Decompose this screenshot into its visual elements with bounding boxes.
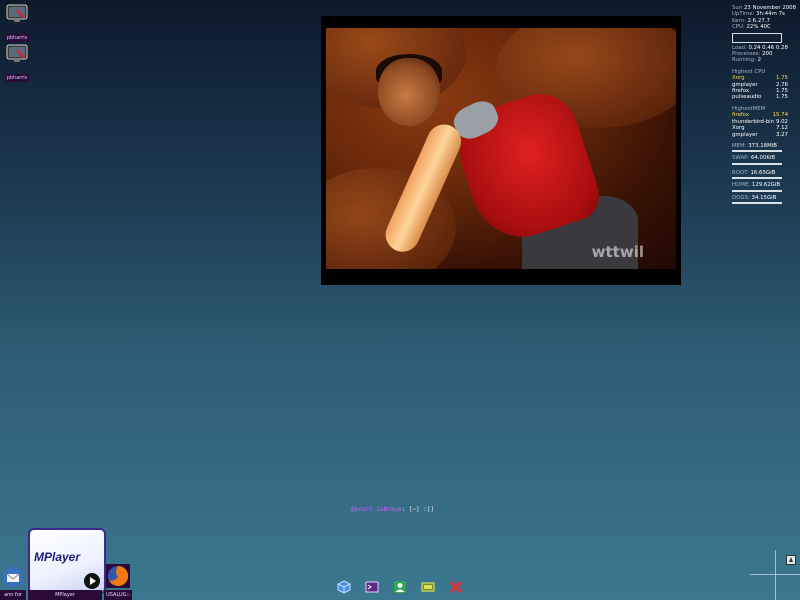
video-frame[interactable]: wttwil bbox=[326, 28, 676, 269]
video-scene-head bbox=[378, 58, 440, 126]
cube-icon[interactable] bbox=[337, 579, 351, 594]
monitor-icon bbox=[6, 4, 28, 24]
close-icon[interactable] bbox=[449, 579, 463, 594]
desktop-icon-label: pbharris bbox=[4, 74, 30, 82]
mplayer-video-window[interactable]: wttwil bbox=[321, 16, 681, 285]
monitor-swap: SWAP: 64.00KiB bbox=[732, 155, 776, 162]
firefox-icon[interactable] bbox=[106, 564, 130, 588]
thunderbird-icon[interactable] bbox=[2, 566, 24, 588]
highest-cpu-row: pulseaudio 1.75 bbox=[732, 94, 788, 101]
monitor-root: ROOT: 16.65GiB bbox=[732, 169, 776, 176]
taskbar-item-usalug[interactable]: USALUG:: bbox=[104, 590, 132, 600]
monitor-cpu: CPU: 22% 40C bbox=[732, 24, 771, 31]
highest-mem-row: gmplayer 3.27 bbox=[732, 131, 788, 138]
taskbar-item-mplayer[interactable]: MPlayer bbox=[28, 590, 102, 600]
monitor-running: Running: 2 bbox=[732, 57, 762, 64]
monitor-dogs: DOGS: 34.15GiB bbox=[732, 194, 777, 201]
root-bar bbox=[732, 177, 782, 180]
monitor-mem: MEM: 373.18MiB bbox=[732, 142, 777, 149]
mplayer-taskbar-tile[interactable]: MPlayer bbox=[28, 528, 106, 594]
monitor-home: HOME: 129.62GiB bbox=[732, 182, 781, 189]
mem-bar bbox=[732, 150, 782, 153]
system-monitor: Sun 23 November 2008 UpTime: 3h:44m 7s K… bbox=[732, 5, 798, 207]
swap-bar bbox=[732, 162, 782, 165]
taskbar-item-ann[interactable]: ann for bbox=[0, 590, 26, 600]
video-watermark: wttwil bbox=[591, 243, 644, 261]
monitor-app-icon[interactable] bbox=[421, 579, 435, 593]
crosshair-vertical bbox=[775, 550, 776, 600]
monitor-icon bbox=[6, 44, 28, 64]
terminal-icon[interactable] bbox=[365, 579, 379, 593]
home-bar bbox=[732, 189, 782, 192]
cpu-graph bbox=[732, 32, 782, 43]
tray-icon[interactable] bbox=[786, 550, 796, 565]
prompt-path: : [~] :[] bbox=[401, 506, 435, 513]
terminal-prompt[interactable]: @pcurr ixBraye: [~] :[] bbox=[351, 506, 434, 513]
prompt-user: @pcurr ixBraye bbox=[351, 506, 402, 513]
user-icon[interactable] bbox=[393, 579, 407, 593]
desktop-icon-pbharris-1[interactable]: pbharris bbox=[2, 4, 32, 43]
play-icon bbox=[84, 573, 100, 589]
desktop-icon-pbharris-2[interactable]: pbharris bbox=[2, 44, 32, 83]
dogs-bar bbox=[732, 201, 782, 204]
desktop-icon-label: pbharris bbox=[4, 34, 30, 42]
mplayer-logo-text: MPlayer bbox=[34, 550, 81, 564]
